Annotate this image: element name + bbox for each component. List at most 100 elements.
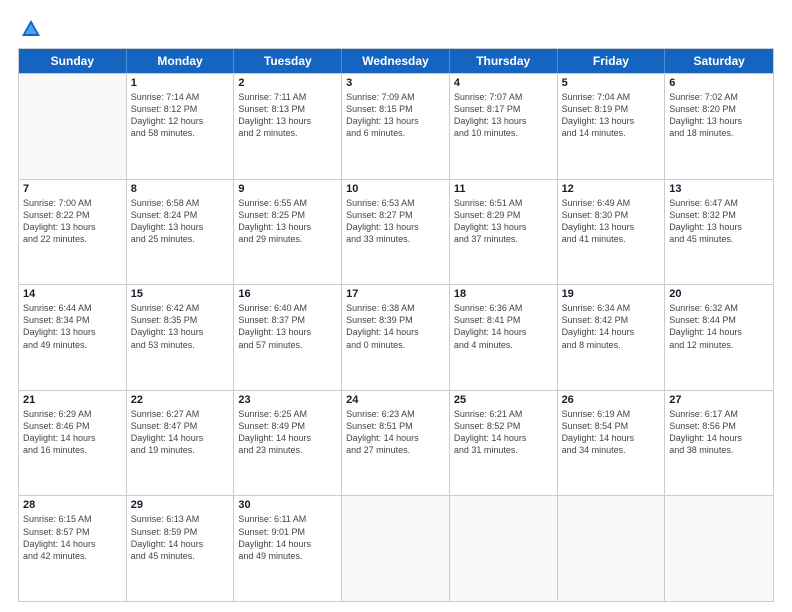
cell-line: Daylight: 14 hours: [238, 432, 337, 444]
cell-line: Sunrise: 7:04 AM: [562, 91, 661, 103]
calendar-cell: 10Sunrise: 6:53 AMSunset: 8:27 PMDayligh…: [342, 180, 450, 285]
calendar-cell: 27Sunrise: 6:17 AMSunset: 8:56 PMDayligh…: [665, 391, 773, 496]
day-number: 18: [454, 288, 553, 300]
day-number: 6: [669, 77, 769, 89]
weekday-header: Wednesday: [342, 49, 450, 73]
day-number: 21: [23, 394, 122, 406]
cell-line: Daylight: 13 hours: [238, 221, 337, 233]
cell-line: Sunset: 8:52 PM: [454, 420, 553, 432]
cell-line: Sunset: 8:37 PM: [238, 314, 337, 326]
day-number: 27: [669, 394, 769, 406]
cell-line: Daylight: 14 hours: [454, 432, 553, 444]
calendar-cell: 25Sunrise: 6:21 AMSunset: 8:52 PMDayligh…: [450, 391, 558, 496]
day-number: 8: [131, 183, 230, 195]
cell-line: Daylight: 14 hours: [23, 538, 122, 550]
weekday-header: Monday: [127, 49, 235, 73]
day-number: 3: [346, 77, 445, 89]
cell-line: Sunrise: 6:51 AM: [454, 197, 553, 209]
calendar-cell: 4Sunrise: 7:07 AMSunset: 8:17 PMDaylight…: [450, 74, 558, 179]
cell-line: Sunset: 8:47 PM: [131, 420, 230, 432]
cell-line: Sunrise: 6:53 AM: [346, 197, 445, 209]
cell-line: Sunrise: 6:29 AM: [23, 408, 122, 420]
calendar-cell: 18Sunrise: 6:36 AMSunset: 8:41 PMDayligh…: [450, 285, 558, 390]
calendar-cell: 16Sunrise: 6:40 AMSunset: 8:37 PMDayligh…: [234, 285, 342, 390]
day-number: 10: [346, 183, 445, 195]
cell-line: Daylight: 14 hours: [131, 538, 230, 550]
logo-icon: [20, 18, 42, 40]
cell-line: Sunset: 9:01 PM: [238, 526, 337, 538]
cell-line: Sunrise: 6:49 AM: [562, 197, 661, 209]
cell-line: Sunrise: 6:13 AM: [131, 513, 230, 525]
cell-line: and 49 minutes.: [23, 339, 122, 351]
cell-line: Daylight: 14 hours: [669, 432, 769, 444]
day-number: 5: [562, 77, 661, 89]
day-number: 12: [562, 183, 661, 195]
calendar-cell: 30Sunrise: 6:11 AMSunset: 9:01 PMDayligh…: [234, 496, 342, 601]
calendar-cell: [342, 496, 450, 601]
cell-line: Sunset: 8:19 PM: [562, 103, 661, 115]
cell-line: Sunset: 8:20 PM: [669, 103, 769, 115]
cell-line: Sunset: 8:41 PM: [454, 314, 553, 326]
day-number: 16: [238, 288, 337, 300]
calendar-cell: 2Sunrise: 7:11 AMSunset: 8:13 PMDaylight…: [234, 74, 342, 179]
cell-line: Sunset: 8:35 PM: [131, 314, 230, 326]
cell-line: Sunrise: 6:38 AM: [346, 302, 445, 314]
calendar-cell: 28Sunrise: 6:15 AMSunset: 8:57 PMDayligh…: [19, 496, 127, 601]
cell-line: Daylight: 14 hours: [669, 326, 769, 338]
calendar-cell: 20Sunrise: 6:32 AMSunset: 8:44 PMDayligh…: [665, 285, 773, 390]
cell-line: Daylight: 13 hours: [346, 115, 445, 127]
cell-line: Daylight: 14 hours: [238, 538, 337, 550]
cell-line: Daylight: 13 hours: [238, 115, 337, 127]
day-number: 19: [562, 288, 661, 300]
cell-line: and 10 minutes.: [454, 127, 553, 139]
cell-line: and 34 minutes.: [562, 444, 661, 456]
day-number: 24: [346, 394, 445, 406]
cell-line: Daylight: 13 hours: [669, 221, 769, 233]
day-number: 15: [131, 288, 230, 300]
cell-line: and 29 minutes.: [238, 233, 337, 245]
cell-line: Sunrise: 6:55 AM: [238, 197, 337, 209]
cell-line: Sunset: 8:32 PM: [669, 209, 769, 221]
cell-line: and 41 minutes.: [562, 233, 661, 245]
calendar-cell: 12Sunrise: 6:49 AMSunset: 8:30 PMDayligh…: [558, 180, 666, 285]
cell-line: and 57 minutes.: [238, 339, 337, 351]
cell-line: Sunrise: 6:19 AM: [562, 408, 661, 420]
cell-line: Sunrise: 7:11 AM: [238, 91, 337, 103]
calendar-cell: 11Sunrise: 6:51 AMSunset: 8:29 PMDayligh…: [450, 180, 558, 285]
day-number: 1: [131, 77, 230, 89]
cell-line: Sunrise: 6:34 AM: [562, 302, 661, 314]
cell-line: and 37 minutes.: [454, 233, 553, 245]
calendar-row: 14Sunrise: 6:44 AMSunset: 8:34 PMDayligh…: [19, 284, 773, 390]
weekday-header: Sunday: [19, 49, 127, 73]
cell-line: Sunset: 8:25 PM: [238, 209, 337, 221]
calendar-cell: 19Sunrise: 6:34 AMSunset: 8:42 PMDayligh…: [558, 285, 666, 390]
cell-line: and 4 minutes.: [454, 339, 553, 351]
day-number: 11: [454, 183, 553, 195]
cell-line: Sunrise: 6:25 AM: [238, 408, 337, 420]
logo-text: [18, 18, 42, 40]
cell-line: Sunset: 8:46 PM: [23, 420, 122, 432]
cell-line: Sunset: 8:29 PM: [454, 209, 553, 221]
calendar-row: 1Sunrise: 7:14 AMSunset: 8:12 PMDaylight…: [19, 73, 773, 179]
cell-line: and 42 minutes.: [23, 550, 122, 562]
cell-line: and 22 minutes.: [23, 233, 122, 245]
calendar-cell: 14Sunrise: 6:44 AMSunset: 8:34 PMDayligh…: [19, 285, 127, 390]
cell-line: Sunrise: 7:14 AM: [131, 91, 230, 103]
cell-line: Daylight: 13 hours: [669, 115, 769, 127]
cell-line: Sunrise: 6:44 AM: [23, 302, 122, 314]
calendar-cell: [558, 496, 666, 601]
cell-line: and 14 minutes.: [562, 127, 661, 139]
day-number: 17: [346, 288, 445, 300]
cell-line: Daylight: 13 hours: [238, 326, 337, 338]
cell-line: Sunset: 8:39 PM: [346, 314, 445, 326]
cell-line: Sunset: 8:51 PM: [346, 420, 445, 432]
cell-line: Daylight: 14 hours: [23, 432, 122, 444]
cell-line: Sunrise: 6:27 AM: [131, 408, 230, 420]
cell-line: and 58 minutes.: [131, 127, 230, 139]
day-number: 20: [669, 288, 769, 300]
day-number: 23: [238, 394, 337, 406]
cell-line: and 45 minutes.: [131, 550, 230, 562]
cell-line: Sunset: 8:15 PM: [346, 103, 445, 115]
day-number: 29: [131, 499, 230, 511]
cell-line: Sunrise: 6:11 AM: [238, 513, 337, 525]
